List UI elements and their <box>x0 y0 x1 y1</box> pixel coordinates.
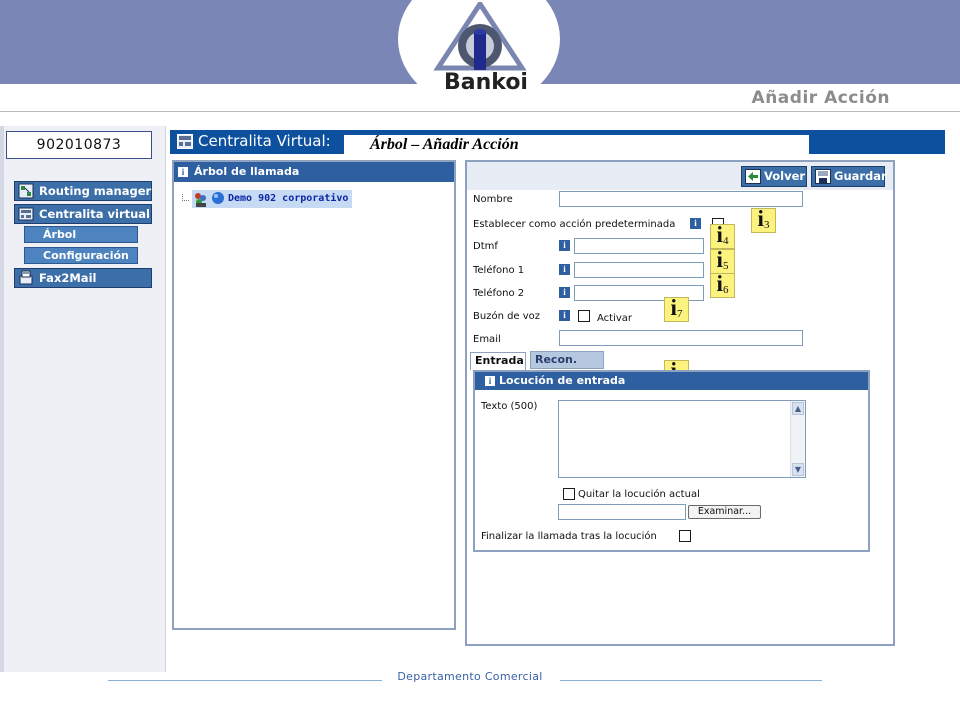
brand-name: Bankoi <box>444 70 528 95</box>
annotation-callout: i6 <box>710 272 735 298</box>
info-icon[interactable]: i <box>559 287 570 298</box>
tree-header-label: Árbol de llamada <box>194 165 300 178</box>
scroll-up-icon[interactable]: ▲ <box>792 402 804 415</box>
save-button-label: Guardar <box>834 169 887 183</box>
info-icon[interactable]: i <box>690 218 701 229</box>
email-input[interactable] <box>559 330 803 346</box>
bankoi-logo-icon <box>433 2 527 71</box>
sidebar-item-centralita-virtual[interactable]: Centralita virtual <box>14 204 152 224</box>
account-number: 902010873 <box>6 131 152 159</box>
scroll-down-icon[interactable]: ▼ <box>792 463 804 476</box>
buzon-label: Buzón de voz <box>473 311 541 322</box>
telefono2-label: Teléfono 2 <box>473 288 525 299</box>
pbx-icon <box>18 207 34 221</box>
breadcrumb: Árbol – Añadir Acción <box>344 135 809 157</box>
sidebar-item-routing-manager[interactable]: Routing manager <box>14 181 152 201</box>
default-action-label: Establecer como acción predeterminada <box>473 219 676 230</box>
email-label: Email <box>473 334 501 345</box>
telefono1-label: Teléfono 1 <box>473 265 525 276</box>
textarea-scrollbar[interactable]: ▲ ▼ <box>790 401 805 477</box>
finalizar-checkbox[interactable] <box>679 530 691 542</box>
info-icon[interactable]: i <box>559 310 570 321</box>
locucion-header-label: Locución de entrada <box>499 374 626 387</box>
info-icon: i <box>485 376 495 386</box>
browse-button[interactable]: Examinar... <box>688 505 761 519</box>
tree-header: i Árbol de llamada <box>174 162 454 182</box>
finalizar-label: Finalizar la llamada tras la locución <box>481 531 657 542</box>
locucion-header: i Locución de entrada <box>475 372 868 390</box>
tree-connector <box>182 194 189 201</box>
telefono1-input[interactable] <box>574 262 704 278</box>
info-icon[interactable]: i <box>559 264 570 275</box>
dtmf-input[interactable] <box>574 238 704 254</box>
activar-checkbox[interactable] <box>578 310 590 322</box>
nombre-label: Nombre <box>473 194 513 205</box>
sidebar-subitem-arbol[interactable]: Árbol <box>24 226 138 243</box>
page: Bankoi Añadir Acción 902010873 Routing m… <box>0 0 960 720</box>
file-path-input[interactable] <box>558 504 686 520</box>
info-icon[interactable]: i <box>559 240 570 251</box>
tree-node-icon <box>195 192 224 207</box>
nombre-input[interactable] <box>559 191 803 207</box>
quitar-checkbox[interactable] <box>563 488 575 500</box>
annotation-callout: i3 <box>751 207 776 233</box>
back-button[interactable]: Volver <box>741 166 807 187</box>
footer-divider-left <box>108 680 382 681</box>
dtmf-label: Dtmf <box>473 241 498 252</box>
info-icon: i <box>178 167 188 177</box>
sidebar-item-label: Centralita virtual <box>39 207 150 221</box>
save-button[interactable]: Guardar <box>811 166 887 187</box>
annotation-callout: i4 <box>710 223 735 249</box>
sidebar-item-fax2mail[interactable]: Fax2Mail <box>14 268 152 288</box>
tab-entrada[interactable]: Entrada <box>470 352 526 370</box>
footer-divider-right <box>560 680 822 681</box>
section-title: Centralita Virtual: <box>198 132 331 150</box>
sidebar-subitem-configuracion[interactable]: Configuración <box>24 247 138 264</box>
sidebar-edge <box>0 126 4 672</box>
annotation-callout: i7 <box>664 296 689 322</box>
sidebar-item-label: Fax2Mail <box>39 271 97 285</box>
footer-text: Departamento Comercial <box>397 670 543 683</box>
fax-icon <box>19 270 33 285</box>
texto-label: Texto (500) <box>481 401 538 412</box>
activar-label: Activar <box>597 313 633 324</box>
form-toolbar: Volver Guardar <box>467 162 893 190</box>
routing-icon <box>18 183 34 199</box>
back-button-label: Volver <box>764 169 806 183</box>
page-title: Añadir Acción <box>751 88 890 108</box>
quitar-label: Quitar la locución actual <box>578 489 700 500</box>
header-divider <box>0 111 960 112</box>
floppy-disk-icon <box>815 169 831 184</box>
call-tree-panel: i Árbol de llamada Demo 902 corporativo <box>172 160 456 630</box>
tab-recon-voz[interactable]: Recon. voz <box>530 351 604 382</box>
back-arrow-icon <box>745 169 761 184</box>
sidebar-item-label: Routing manager <box>39 184 152 198</box>
pbx-icon <box>177 134 193 149</box>
texto-textarea[interactable]: ▲ ▼ <box>558 400 806 478</box>
